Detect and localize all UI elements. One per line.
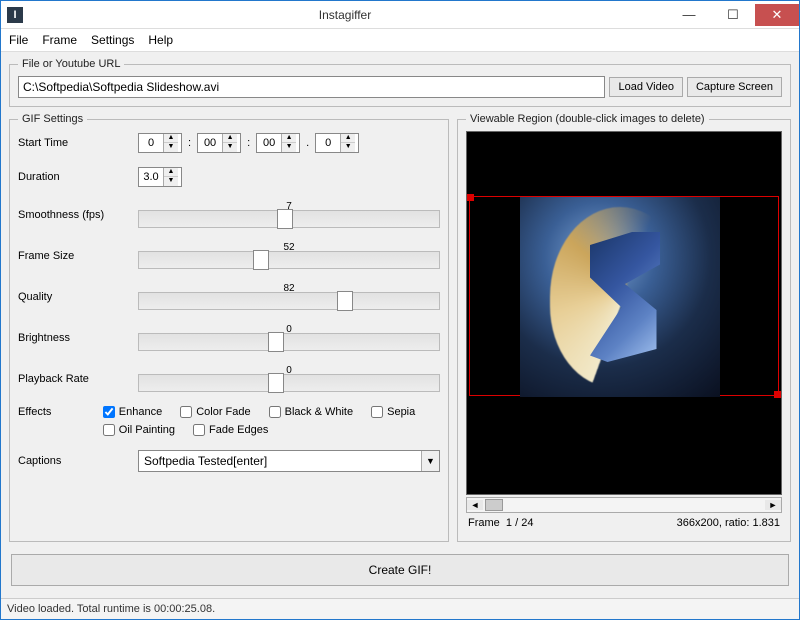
app-icon: I [7,7,23,23]
effect-sepia[interactable]: Sepia [371,406,415,418]
minimize-button[interactable]: — [667,4,711,26]
playback-rate-label: Playback Rate [18,373,128,385]
url-input[interactable] [18,76,605,98]
quality-slider[interactable] [138,292,440,310]
frame-scrollbar[interactable]: ◄ ► [466,497,782,513]
effect-black-white[interactable]: Black & White [269,406,353,418]
menu-file[interactable]: File [9,33,28,47]
window-title: Instagiffer [23,8,667,22]
file-url-legend: File or Youtube URL [18,58,124,70]
create-gif-button[interactable]: Create GIF! [11,554,789,586]
capture-screen-button[interactable]: Capture Screen [687,77,782,97]
scroll-left-icon[interactable]: ◄ [467,500,483,510]
frame-size-label: Frame Size [18,250,128,262]
chevron-down-icon[interactable]: ▼ [421,451,439,471]
statusbar: Video loaded. Total runtime is 00:00:25.… [1,598,799,619]
brightness-label: Brightness [18,332,128,344]
duration-stepper[interactable]: ▲▼ [138,167,182,187]
smoothness-label: Smoothness (fps) [18,209,128,221]
effect-fade-edges[interactable]: Fade Edges [193,424,268,436]
scroll-right-icon[interactable]: ► [765,500,781,510]
duration-label: Duration [18,171,128,183]
file-url-group: File or Youtube URL Load Video Capture S… [9,58,791,107]
playback-rate-slider[interactable] [138,374,440,392]
start-second-stepper[interactable]: ▲▼ [256,133,300,153]
brightness-slider[interactable] [138,333,440,351]
crop-handle-tl[interactable] [467,194,474,201]
menu-settings[interactable]: Settings [91,33,134,47]
frame-counter: Frame 1 / 24 [468,517,533,529]
viewable-region-group: Viewable Region (double-click images to … [457,113,791,542]
captions-combo[interactable]: Softpedia Tested[enter] ▼ [138,450,440,472]
start-hour-stepper[interactable]: ▲▼ [138,133,182,153]
start-minute-stepper[interactable]: ▲▼ [197,133,241,153]
gif-settings-group: GIF Settings Start Time ▲▼ : ▲▼ : ▲▼ . ▲… [9,113,449,542]
gif-settings-legend: GIF Settings [18,113,87,125]
start-time-label: Start Time [18,137,128,149]
preview-area[interactable] [466,131,782,495]
menu-help[interactable]: Help [148,33,173,47]
titlebar: I Instagiffer — ☐ ✕ [1,1,799,29]
frame-dimensions: 366x200, ratio: 1.831 [677,517,780,529]
effects-label: Effects [18,406,93,418]
effect-enhance[interactable]: Enhance [103,406,162,418]
effect-oil-painting[interactable]: Oil Painting [103,424,175,436]
scroll-thumb[interactable] [485,499,503,511]
captions-value[interactable]: Softpedia Tested[enter] [139,451,421,471]
preview-frame-image[interactable] [520,197,720,397]
menubar: File Frame Settings Help [1,29,799,52]
quality-label: Quality [18,291,128,303]
effect-color-fade[interactable]: Color Fade [180,406,250,418]
menu-frame[interactable]: Frame [42,33,77,47]
crop-box[interactable] [469,196,779,396]
close-button[interactable]: ✕ [755,4,799,26]
smoothness-slider[interactable] [138,210,440,228]
crop-handle-br[interactable] [774,391,781,398]
frame-size-slider[interactable] [138,251,440,269]
captions-label: Captions [18,455,128,467]
viewable-legend: Viewable Region (double-click images to … [466,113,709,125]
maximize-button[interactable]: ☐ [711,4,755,26]
load-video-button[interactable]: Load Video [609,77,682,97]
start-ms-stepper[interactable]: ▲▼ [315,133,359,153]
